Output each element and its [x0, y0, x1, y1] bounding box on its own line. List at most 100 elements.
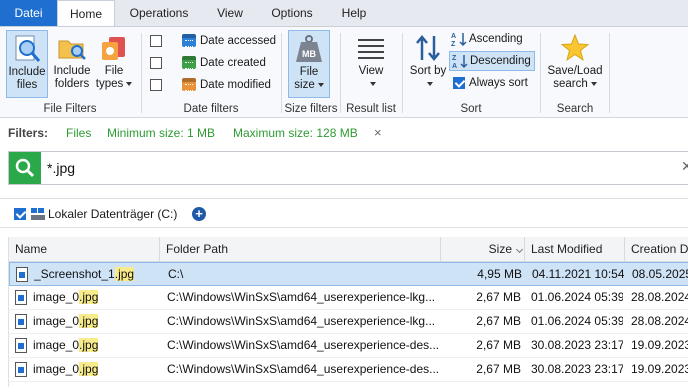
sort-ascending-icon: A Z: [451, 33, 467, 47]
row-folder-path: C:\Windows\WinSxS\amd64_userexperience-d…: [167, 362, 439, 376]
date-modified-toggle[interactable]: Date modified: [148, 75, 278, 95]
row-name: image_0.jpg: [33, 362, 99, 376]
add-location-icon[interactable]: +: [192, 207, 206, 221]
view-label: View: [358, 65, 384, 77]
date-accessed-checkbox[interactable]: [150, 35, 162, 47]
include-folders-button[interactable]: Include folders: [50, 30, 94, 98]
column-header-name[interactable]: Name: [9, 237, 160, 262]
tab-options[interactable]: Options: [260, 0, 324, 26]
date-created-label: Date created: [200, 57, 266, 69]
ascending-option[interactable]: A Z Ascending: [449, 29, 535, 49]
date-filters-title: Date filters: [183, 103, 239, 115]
size-filters-title: Size filters: [284, 103, 338, 115]
tab-view[interactable]: View: [203, 0, 257, 26]
table-row[interactable]: image_0.jpg C:\Windows\WinSxS\amd64_user…: [9, 334, 688, 358]
folder-search-icon: [58, 40, 86, 60]
column-header-folder-path[interactable]: Folder Path: [160, 237, 441, 262]
list-view-icon: [358, 39, 384, 59]
image-file-icon: [16, 267, 28, 282]
search-location-bar: Lokaler Datenträger (C:) +: [0, 198, 688, 228]
table-row[interactable]: image_0.jpg C:\Windows\WinSxS\amd64_user…: [9, 358, 688, 382]
date-created-toggle[interactable]: Date created: [148, 53, 278, 73]
date-modified-label: Date modified: [200, 79, 271, 91]
column-header-last-modified[interactable]: Last Modified: [525, 237, 625, 262]
svg-text:A: A: [451, 33, 456, 40]
row-created: 28.08.2024: [631, 290, 688, 304]
location-name[interactable]: Lokaler Datenträger (C:): [48, 199, 177, 229]
chevron-down-icon: [426, 81, 433, 86]
file-size-button[interactable]: MB File size: [288, 30, 330, 98]
filter-max-size[interactable]: Maximum size: 128 MB: [233, 122, 358, 144]
search-bar: ✕: [8, 151, 688, 185]
row-name: _Screenshot_1.jpg: [34, 267, 135, 281]
sort-title: Sort: [460, 103, 482, 115]
date-filters-group: Date accessed Date created Date modified…: [142, 27, 280, 119]
search-title: Search: [556, 103, 594, 115]
descending-option[interactable]: Z A Descending: [449, 51, 535, 71]
row-folder-path: C:\: [168, 267, 184, 281]
svg-text:Z: Z: [451, 41, 456, 47]
row-name: image_0.jpg: [33, 338, 99, 352]
calendar-icon: [182, 56, 196, 69]
row-size: 4,95 MB: [477, 267, 522, 281]
row-size: 2,67 MB: [476, 362, 521, 376]
date-accessed-label: Date accessed: [200, 35, 277, 47]
file-filters-group: Include files Include folders File types…: [0, 27, 140, 119]
table-row[interactable]: image_0.jpg C:\Windows\WinSxS\amd64_user…: [9, 286, 688, 310]
tab-datei[interactable]: Datei: [0, 0, 57, 26]
include-folders-label: Include folders: [53, 65, 91, 90]
svg-text:A: A: [452, 63, 457, 69]
chevron-down-icon: [369, 81, 376, 86]
clear-search-icon[interactable]: ✕: [681, 158, 688, 175]
always-sort-label: Always sort: [469, 77, 528, 89]
date-accessed-toggle[interactable]: Date accessed: [148, 31, 278, 51]
column-header-size[interactable]: Size: [441, 237, 525, 262]
location-checkbox[interactable]: [14, 208, 26, 220]
filter-min-size[interactable]: Minimum size: 1 MB: [107, 122, 215, 144]
row-size: 2,67 MB: [476, 338, 521, 352]
row-folder-path: C:\Windows\WinSxS\amd64_userexperience-l…: [167, 290, 436, 304]
date-modified-checkbox[interactable]: [150, 79, 162, 91]
tab-help[interactable]: Help: [327, 0, 381, 26]
tab-home[interactable]: Home: [57, 0, 115, 27]
row-modified: 30.08.2023 23:17: [531, 362, 623, 376]
descending-label: Descending: [470, 55, 531, 67]
calendar-icon: [182, 78, 196, 91]
file-types-label: File types: [95, 65, 124, 90]
search-input[interactable]: [47, 156, 667, 180]
image-file-icon: [15, 338, 27, 353]
ascending-label: Ascending: [469, 33, 523, 45]
view-button[interactable]: View: [349, 30, 393, 98]
search-icon[interactable]: [9, 152, 41, 184]
sort-group: Sort by A Z Ascending Z A Descending Alw…: [403, 27, 539, 119]
table-row[interactable]: image_0.jpg C:\Windows\WinSxS\amd64_user…: [9, 310, 688, 334]
sort-arrows-icon: [416, 35, 440, 61]
star-icon: [560, 33, 590, 62]
table-row[interactable]: _Screenshot_1.jpg C:\ 4,95 MB 04.11.2021…: [9, 262, 688, 286]
chevron-down-icon: [590, 81, 597, 86]
clear-filters-icon[interactable]: ×: [374, 122, 382, 144]
always-sort-toggle[interactable]: Always sort: [449, 73, 537, 93]
size-filters-group: MB File size Size filters: [282, 27, 340, 119]
column-header-creation-date[interactable]: Creation D: [625, 237, 688, 262]
magnifier-icon: [15, 35, 41, 62]
group-divider: [609, 33, 610, 113]
file-types-icon: [102, 37, 125, 60]
save-load-search-button[interactable]: Save/Load search: [543, 30, 607, 98]
sort-by-button[interactable]: Sort by: [407, 30, 449, 98]
drive-icon: [31, 208, 45, 220]
sort-by-label: Sort by: [409, 65, 447, 77]
include-files-button[interactable]: Include files: [6, 30, 48, 98]
tab-operations[interactable]: Operations: [118, 0, 200, 26]
date-created-checkbox[interactable]: [150, 57, 162, 69]
always-sort-checkbox[interactable]: [453, 77, 465, 89]
include-files-label: Include files: [8, 66, 46, 91]
table-header: Name Folder Path Size Last Modified Crea…: [9, 237, 688, 262]
row-created: 19.09.2023: [631, 338, 688, 352]
filter-files[interactable]: Files: [66, 122, 91, 144]
row-modified: 30.08.2023 23:17: [531, 338, 623, 352]
row-name: image_0.jpg: [33, 314, 99, 328]
row-created: 08.05.2025: [632, 267, 688, 281]
file-types-button[interactable]: File types: [94, 30, 134, 98]
row-name: image_0.jpg: [33, 290, 99, 304]
